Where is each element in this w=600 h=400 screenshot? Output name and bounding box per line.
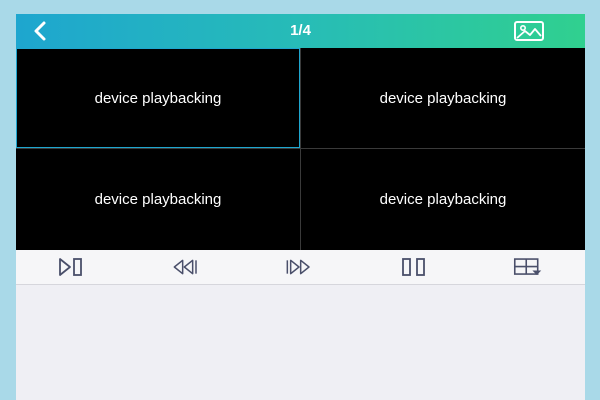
picture-icon — [514, 21, 544, 41]
fast-forward-icon — [286, 259, 310, 275]
rewind-button[interactable] — [171, 256, 201, 278]
cell-status-label: device playbacking — [379, 89, 507, 107]
fast-forward-button[interactable] — [284, 256, 314, 278]
cell-status-label: device playbacking — [379, 191, 507, 208]
pause-icon — [402, 258, 425, 276]
cell-status-label: device playbacking — [94, 89, 222, 107]
snapshot-gallery-button[interactable] — [513, 20, 545, 42]
video-cell-3[interactable]: device playbacking — [16, 149, 300, 250]
app-screen: 1/4 device playbacking device playbackin… — [16, 14, 585, 400]
rewind-icon — [173, 259, 197, 275]
pause-button[interactable] — [400, 256, 430, 278]
playback-toolbar — [16, 250, 585, 285]
video-cell-2[interactable]: device playbacking — [301, 48, 585, 148]
split-screen-layout-icon — [513, 258, 542, 275]
top-bar: 1/4 — [16, 14, 585, 48]
play-pause-button[interactable] — [57, 256, 87, 278]
video-cell-4[interactable]: device playbacking — [301, 149, 585, 250]
split-screen-button[interactable] — [513, 256, 543, 278]
play-pause-icon — [59, 258, 82, 276]
video-cell-1[interactable]: device playbacking — [16, 48, 300, 148]
video-grid: device playbacking device playbacking de… — [16, 48, 585, 250]
page-indicator: 1/4 — [290, 22, 311, 39]
cell-status-label: device playbacking — [94, 191, 222, 208]
